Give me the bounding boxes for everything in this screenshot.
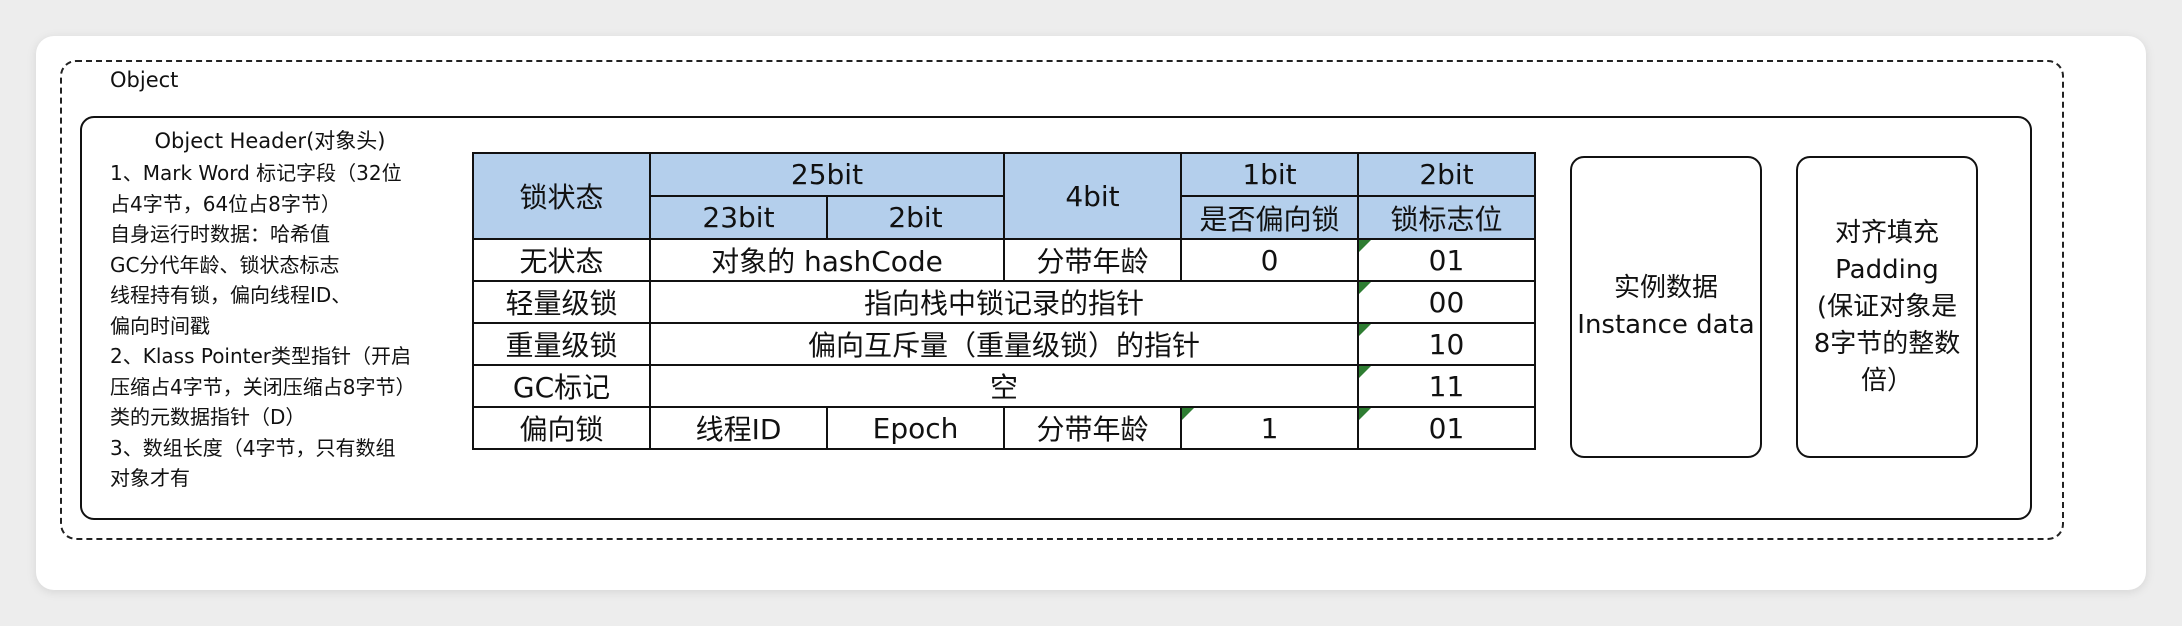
padding-line: (保证对象是 [1816, 291, 1958, 322]
header-line: 线程持有锁，偏向线程ID、 [110, 283, 352, 307]
biased-cell: 1 [1180, 406, 1359, 450]
header-line: 3、数组长度（4字节，只有数组 [110, 435, 396, 460]
header-line: 压缩占4字节，关闭压缩占8字节） [110, 374, 416, 399]
padding-line: 倍） [1860, 365, 1913, 396]
table-row-gc: GC标记 空 11 [472, 364, 1536, 408]
header-line: 自身运行时数据：哈希值 [110, 222, 330, 246]
instance-data-label: 实例数据 [1613, 273, 1718, 303]
header-line: 对象才有 [110, 466, 190, 490]
pointer-cell: 偏向互斥量（重量级锁）的指针 [649, 322, 1359, 366]
padding-line: 对齐填充 [1834, 217, 1939, 248]
state-cell: GC标记 [472, 364, 651, 408]
bits-4-header: 4bit [1003, 152, 1182, 240]
padding-line: 8字节的整数 [1813, 328, 1961, 359]
instance-data-label-en: Instance data [1577, 310, 1755, 340]
header-line: 1、Mark Word 标记字段（32位 [110, 161, 402, 185]
bits-1-header: 1bit [1180, 152, 1359, 197]
mark-word-table: 锁状态 25bit 4bit 1bit 2bit 23bit 2bit 是否偏向… [472, 152, 1536, 450]
object-header-description: 1、Mark Word 标记字段（32位 占4字节，64位占8字节） 自身运行时… [110, 158, 450, 494]
lock-state-header: 锁状态 [472, 152, 651, 240]
header-line: 偏向时间戳 [110, 313, 210, 338]
state-cell: 轻量级锁 [472, 280, 651, 324]
bits-23-header: 23bit [649, 195, 828, 240]
header-line: GC分代年龄、锁状态标志 [110, 252, 340, 277]
padding-line: Padding [1835, 254, 1939, 285]
age-cell: 分带年龄 [1003, 406, 1182, 450]
table-row-heavyweight: 重量级锁 偏向互斥量（重量级锁）的指针 10 [472, 322, 1536, 366]
pointer-cell: 指向栈中锁记录的指针 [649, 280, 1359, 324]
table-row-lightweight: 轻量级锁 指向栈中锁记录的指针 00 [472, 280, 1536, 324]
flag-cell: 00 [1357, 280, 1536, 324]
hashcode-cell: 对象的 hashCode [649, 238, 1005, 282]
instance-data-box: 实例数据 Instance data [1570, 156, 1762, 458]
thread-id-cell: 线程ID [649, 406, 828, 450]
bits-2-header: 2bit [826, 195, 1005, 240]
table-row-no-lock: 无状态 对象的 hashCode 分带年龄 0 01 [472, 238, 1536, 282]
epoch-cell: Epoch [826, 406, 1005, 450]
biased-flag-header: 是否偏向锁 [1180, 195, 1359, 240]
table-row-biased: 偏向锁 线程ID Epoch 分带年龄 1 01 [472, 406, 1536, 450]
bits-2-flag-header: 2bit [1357, 152, 1536, 197]
empty-cell: 空 [649, 364, 1359, 408]
flag-cell: 10 [1357, 322, 1536, 366]
state-cell: 重量级锁 [472, 322, 651, 366]
flag-cell: 11 [1357, 364, 1536, 408]
age-cell: 分带年龄 [1003, 238, 1182, 282]
header-line: 类的元数据指针（D） [110, 405, 306, 429]
padding-box: 对齐填充 Padding (保证对象是 8字节的整数 倍） [1796, 156, 1978, 458]
bits-25-header: 25bit [649, 152, 1005, 197]
state-cell: 偏向锁 [472, 406, 651, 450]
header-line: 占4字节，64位占8字节） [110, 191, 341, 216]
object-label: Object [110, 68, 179, 92]
object-header-title: Object Header(对象头) [154, 129, 386, 153]
lock-flag-header: 锁标志位 [1357, 195, 1536, 240]
flag-cell: 01 [1357, 238, 1536, 282]
flag-cell: 01 [1357, 406, 1536, 450]
state-cell: 无状态 [472, 238, 651, 282]
biased-cell: 0 [1180, 238, 1359, 282]
header-line: 2、Klass Pointer类型指针（开启 [110, 344, 412, 368]
